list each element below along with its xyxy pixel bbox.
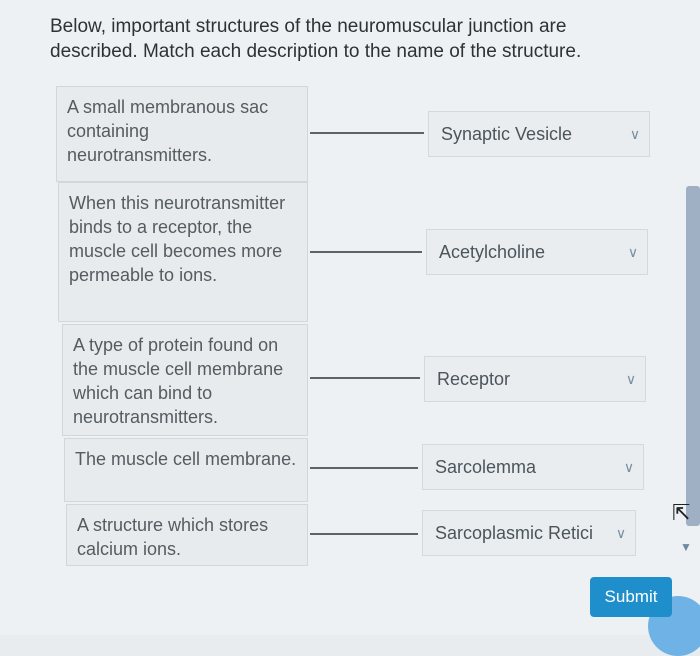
description-box-4: The muscle cell membrane. <box>64 438 308 502</box>
scrollbar-thumb[interactable] <box>686 186 700 526</box>
description-text: A type of protein found on the muscle ce… <box>73 335 284 427</box>
dropdown-value: Synaptic Vesicle <box>441 123 573 144</box>
answer-dropdown-1[interactable]: Synaptic Vesicle ∨ <box>428 111 650 157</box>
answer-dropdown-5[interactable]: Sarcoplasmic Retici ∨ <box>422 510 636 556</box>
match-line <box>310 132 424 134</box>
match-line <box>310 251 422 253</box>
chevron-down-icon: ∨ <box>625 370 637 387</box>
chevron-down-icon: ∨ <box>629 125 641 142</box>
scroll-down-icon[interactable]: ▼ <box>680 540 692 554</box>
chevron-down-icon: ∨ <box>615 524 627 541</box>
dropdown-value: Acetylcholine <box>439 241 546 262</box>
submit-button[interactable]: Submit <box>590 577 672 617</box>
chevron-down-icon: ∨ <box>623 458 635 475</box>
match-line <box>310 377 420 379</box>
quiz-page: Below, important structures of the neuro… <box>0 0 700 656</box>
answer-dropdown-4[interactable]: Sarcolemma ∨ <box>422 444 644 490</box>
match-line <box>310 533 418 535</box>
description-box-1: A small membranous sac containing neurot… <box>56 86 308 182</box>
description-text: A small membranous sac containing neurot… <box>67 97 269 165</box>
description-text: When this neurotransmitter binds to a re… <box>69 193 286 285</box>
description-box-2: When this neurotransmitter binds to a re… <box>58 182 308 322</box>
description-text: A structure which stores calcium ions. <box>77 515 269 559</box>
dropdown-value: Sarcolemma <box>435 456 537 477</box>
dropdown-value: Sarcoplasmic Retici <box>435 522 594 543</box>
description-box-3: A type of protein found on the muscle ce… <box>62 324 308 436</box>
dropdown-value: Receptor <box>437 368 511 389</box>
answer-dropdown-3[interactable]: Receptor ∨ <box>424 356 646 402</box>
match-line <box>310 467 418 469</box>
chevron-down-icon: ∨ <box>627 243 639 260</box>
description-text: The muscle cell membrane. <box>75 449 297 469</box>
mouse-cursor-icon: ⇱ <box>672 500 691 525</box>
description-box-5: A structure which stores calcium ions. <box>66 504 308 566</box>
question-prompt: Below, important structures of the neuro… <box>50 16 582 62</box>
answer-dropdown-2[interactable]: Acetylcholine ∨ <box>426 229 648 275</box>
